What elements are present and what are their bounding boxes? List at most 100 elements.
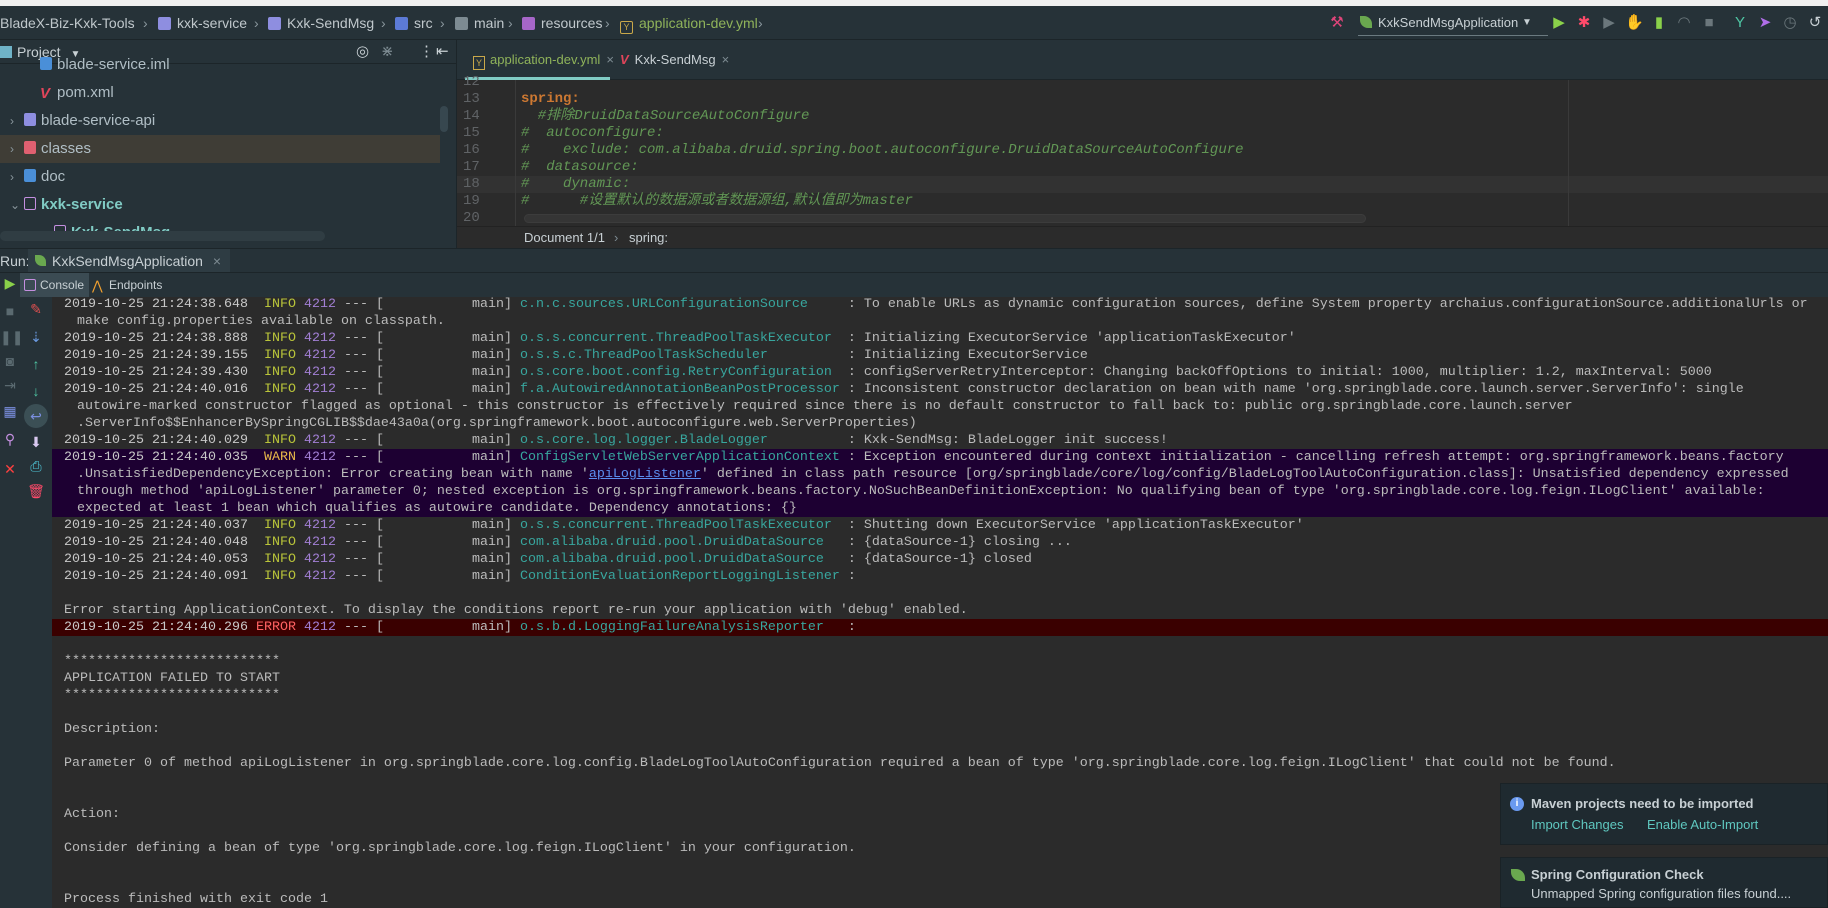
- console-text: APPLICATION FAILED TO START: [64, 671, 280, 686]
- breadcrumb-resources[interactable]: resources: [522, 6, 602, 40]
- log-logger: o.s.s.c.ThreadPoolTaskScheduler: [519, 348, 768, 363]
- line-number: 14: [463, 108, 480, 124]
- code-line[interactable]: 18 # dynamic:: [457, 176, 1828, 193]
- stop-icon[interactable]: ■: [0, 303, 20, 319]
- tab-console[interactable]: Console: [20, 273, 89, 297]
- tab-endpoints[interactable]: ⋀ Endpoints: [89, 273, 170, 297]
- log-logger: f.a.AutowiredAnnotationBeanPostProcessor: [519, 382, 840, 397]
- project-vertical-scrollbar[interactable]: [440, 106, 448, 132]
- breadcrumb-project[interactable]: BladeX-Biz-Kxk-Tools: [0, 6, 135, 40]
- log-pid: 4212: [303, 382, 336, 397]
- code-line[interactable]: 19 # #设置默认的数据源或者数据源组,默认值即为master: [457, 193, 1828, 210]
- console-line: 2019-10-25 21:24:39.155 INFO 4212 --- [ …: [64, 348, 1088, 363]
- log-logger: o.s.core.boot.config.RetryConfiguration: [519, 365, 832, 380]
- chevron-right-icon[interactable]: ›: [10, 107, 24, 135]
- close-icon[interactable]: ×: [722, 52, 730, 67]
- log-message: {dataSource-1} closing ...: [863, 535, 1072, 550]
- run-icon[interactable]: ▶: [1550, 14, 1568, 32]
- console-actions-toolbar: ✎ ⇣ ↑ ↓ ↩ ⬇ ⎙ 🗑: [20, 297, 52, 908]
- arrow-up-icon[interactable]: ↑: [20, 356, 52, 372]
- gauge-icon[interactable]: ◠: [1675, 14, 1693, 32]
- vcs-push-icon[interactable]: ➤: [1756, 14, 1774, 32]
- stop-icon[interactable]: ■: [1700, 14, 1718, 32]
- close-icon[interactable]: ✕: [0, 461, 20, 478]
- tree-item-classes[interactable]: › classes: [0, 135, 440, 163]
- console-line: 2019-10-25 21:24:40.035 WARN 4212 --- [ …: [52, 449, 1828, 466]
- log-message: Kxk-SendMsg: BladeLogger init success!: [863, 433, 1168, 448]
- console-line: Parameter 0 of method apiLogListener in …: [52, 755, 1828, 772]
- camera-icon[interactable]: ◙: [0, 353, 20, 369]
- tree-item-label: classes: [41, 140, 92, 157]
- debug-icon[interactable]: ✱: [1575, 14, 1593, 32]
- close-icon[interactable]: ×: [606, 52, 614, 67]
- pin-icon[interactable]: ⚲: [0, 431, 20, 448]
- breadcrumb-kxk-service[interactable]: kxk-service: [158, 6, 247, 40]
- editor-horizontal-scrollbar[interactable]: [524, 214, 1366, 223]
- maven-file-icon: V: [40, 85, 51, 102]
- breadcrumb-main[interactable]: main: [455, 6, 504, 40]
- breadcrumb-document[interactable]: Document 1/1: [524, 227, 605, 249]
- code-line[interactable]: 16 # exclude: com.alibaba.druid.spring.bo…: [457, 142, 1828, 159]
- breadcrumb-spring[interactable]: spring:: [629, 227, 668, 249]
- chevron-down-icon[interactable]: ⌄: [10, 191, 24, 219]
- log-message: Initializing ExecutorService 'applicatio…: [863, 331, 1296, 346]
- pause-icon[interactable]: ❚❚: [0, 329, 23, 346]
- tree-item-doc[interactable]: › doc: [0, 163, 440, 191]
- log-thread: main: [471, 450, 504, 465]
- tree-item-pom-xml[interactable]: Vpom.xml: [0, 79, 440, 107]
- trash-icon[interactable]: 🗑: [20, 483, 52, 500]
- arrow-down-icon[interactable]: ↓: [20, 383, 52, 399]
- code-line[interactable]: 12: [457, 74, 1828, 91]
- code-line[interactable]: 13 spring:: [457, 91, 1828, 108]
- profiler-icon[interactable]: ✋: [1625, 14, 1644, 32]
- bean-link[interactable]: apiLogListener: [589, 467, 701, 482]
- chevron-right-icon: ›: [758, 15, 763, 31]
- tab-label: Console: [40, 278, 85, 292]
- tree-item-kxk-service[interactable]: ⌄ kxk-service: [0, 191, 440, 219]
- notification-spring-config-check: Spring Configuration Check Unmapped Spri…: [1500, 857, 1828, 908]
- code-text: # autoconfigure:: [521, 125, 664, 141]
- notification-body[interactable]: Unmapped Spring configuration files foun…: [1531, 886, 1791, 901]
- tree-item-blade-service-iml[interactable]: blade-service.iml: [0, 51, 440, 79]
- log-thread: main: [471, 552, 504, 567]
- sort-icon[interactable]: ⇣: [20, 329, 52, 346]
- code-line[interactable]: 17 # datasource:: [457, 159, 1828, 176]
- project-horizontal-scrollbar[interactable]: [0, 231, 325, 241]
- chevron-right-icon[interactable]: ›: [10, 163, 24, 191]
- soft-wrap-icon[interactable]: ↩: [24, 404, 48, 428]
- import-changes-link[interactable]: Import Changes: [1531, 817, 1624, 832]
- clear-eraser-icon[interactable]: ✎: [20, 301, 52, 318]
- rollback-icon[interactable]: ↺: [1806, 14, 1824, 32]
- log-logger: o.s.s.concurrent.ThreadPoolTaskExecutor: [519, 518, 832, 533]
- history-icon[interactable]: ◷: [1781, 14, 1799, 32]
- code-text: # #设置默认的数据源或者数据源组,默认值即为master: [521, 193, 914, 209]
- console-text: autowire-marked constructor flagged as o…: [77, 399, 1573, 414]
- run-with-profile-icon[interactable]: ▮: [1650, 14, 1668, 32]
- tree-item-blade-service-api[interactable]: › blade-service-api: [0, 107, 440, 135]
- code-line[interactable]: 14 #排除DruidDataSourceAutoConfigure: [457, 108, 1828, 125]
- scroll-to-end-icon[interactable]: ⬇: [20, 434, 52, 451]
- log-pid: 4212: [303, 297, 336, 312]
- run-with-coverage-icon[interactable]: ▶: [1600, 14, 1618, 32]
- log-level: INFO: [263, 297, 296, 312]
- build-hammer-icon[interactable]: ⚒: [1328, 14, 1346, 32]
- console-line: expected at least 1 bean which qualifies…: [52, 500, 1828, 517]
- layout-icon[interactable]: ▦: [0, 403, 20, 420]
- log-thread: main: [471, 297, 504, 312]
- log-pid: 4212: [303, 518, 336, 533]
- close-icon[interactable]: ×: [213, 253, 221, 269]
- vcs-branch-icon[interactable]: Y: [1731, 14, 1749, 32]
- exit-icon[interactable]: ⇥: [0, 377, 20, 394]
- breadcrumb-file[interactable]: Yapplication-dev.yml: [620, 6, 758, 40]
- breadcrumb-kxk-sendmsg[interactable]: Kxk-SendMsg: [268, 6, 374, 40]
- enable-auto-import-link[interactable]: Enable Auto-Import: [1647, 817, 1758, 832]
- log-level: WARN: [263, 450, 296, 465]
- chevron-right-icon[interactable]: ›: [10, 135, 24, 163]
- rerun-icon[interactable]: ▶: [0, 275, 20, 292]
- breadcrumb-src[interactable]: src: [395, 6, 433, 40]
- run-tab-kxksendmsgapplication[interactable]: KxkSendMsgApplication ×: [28, 249, 230, 272]
- run-configuration-select[interactable]: KxkSendMsgApplication ▼: [1358, 10, 1548, 36]
- print-icon[interactable]: ⎙: [20, 458, 52, 475]
- log-logger: o.s.b.d.LoggingFailureAnalysisReporter: [519, 620, 824, 635]
- code-line[interactable]: 15 # autoconfigure:: [457, 125, 1828, 142]
